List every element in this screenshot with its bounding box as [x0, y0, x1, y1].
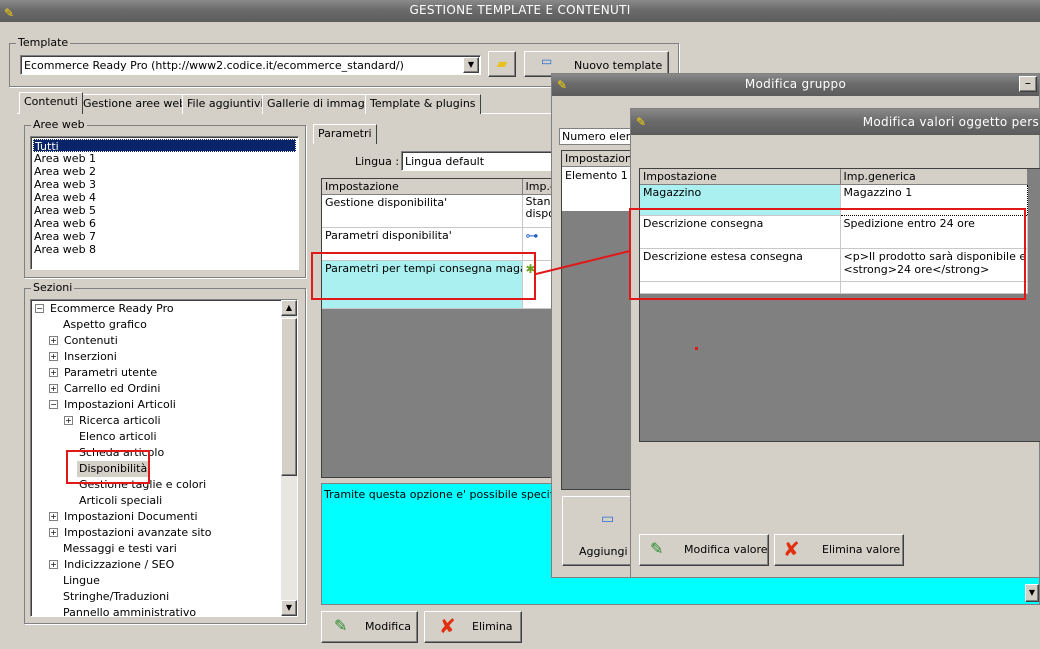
- highlight-descrizione: [629, 208, 1026, 300]
- tab-parametri[interactable]: Parametri: [313, 124, 377, 144]
- tree-item[interactable]: + Impostazioni avanzate sito: [49, 525, 211, 541]
- modifica-label: Modifica: [365, 620, 411, 633]
- list-item[interactable]: Area web 3: [34, 178, 96, 191]
- aree-web-list[interactable]: Tutti Area web 1 Area web 2 Area web 3 A…: [30, 136, 299, 270]
- list-item[interactable]: Area web 1: [34, 152, 96, 165]
- gruppo-grid[interactable]: Impostazione Elemento 1: [561, 150, 631, 490]
- modifica-gruppo-title: Modifica gruppo: [744, 77, 847, 91]
- expand-icon: +: [49, 336, 58, 345]
- list-item[interactable]: Tutti: [33, 139, 296, 153]
- tree-root[interactable]: − Ecommerce Ready Pro: [35, 301, 174, 317]
- expand-icon: +: [49, 528, 58, 537]
- scroll-up-icon[interactable]: ▲: [281, 300, 297, 316]
- delete-icon: ✘: [783, 537, 800, 561]
- list-item[interactable]: Area web 6: [34, 217, 96, 230]
- connector-line: [535, 249, 635, 275]
- tree-item[interactable]: + Ricerca articoli: [64, 413, 161, 429]
- main-title: GESTIONE TEMPLATE E CONTENUTI: [409, 3, 631, 17]
- template-label: Template: [16, 36, 71, 50]
- tab-contenuti[interactable]: Contenuti: [19, 92, 83, 114]
- list-item[interactable]: Area web 4: [34, 191, 96, 204]
- collapse-icon: −: [49, 400, 58, 409]
- tree-item[interactable]: + Parametri utente: [49, 365, 157, 381]
- chevron-down-icon[interactable]: ▼: [1025, 584, 1039, 602]
- expand-icon: +: [49, 560, 58, 569]
- list-item[interactable]: Area web 8: [34, 243, 96, 256]
- folder-button[interactable]: ▰: [488, 51, 516, 77]
- tree-item[interactable]: + Inserzioni: [49, 349, 117, 365]
- tree-item[interactable]: Pannello amministrativo: [63, 605, 196, 616]
- lingua-label: Lingua :: [355, 155, 400, 168]
- app-icon: ✎: [4, 6, 15, 20]
- modifica-valori-titlebar: ✎ Modifica valori oggetto pers: [631, 109, 1040, 135]
- app-icon: ✎: [636, 115, 647, 129]
- sezioni-label: Sezioni: [31, 281, 75, 295]
- modifica-button[interactable]: ✎ Modifica: [321, 611, 418, 643]
- aree-web-label: Aree web: [31, 118, 87, 132]
- tree-item[interactable]: Messaggi e testi vari: [63, 541, 177, 557]
- tree-scrollbar[interactable]: ▲ ▼: [281, 300, 297, 616]
- tree-item[interactable]: + Contenuti: [49, 333, 118, 349]
- highlight-parametri-consegna: [311, 252, 536, 300]
- elimina-valore-button[interactable]: ✘ Elimina valore: [774, 534, 904, 566]
- elimina-valore-label: Elimina valore: [822, 543, 901, 556]
- delete-icon: ✘: [439, 614, 456, 638]
- expand-icon: +: [49, 352, 58, 361]
- tree-item[interactable]: Articoli speciali: [79, 493, 162, 509]
- col-impostazione: Impostazione: [322, 179, 523, 195]
- minimize-button[interactable]: –: [1019, 76, 1037, 92]
- list-item[interactable]: Area web 2: [34, 165, 96, 178]
- tab-gestione-aree-web[interactable]: Gestione aree web: [78, 94, 192, 114]
- parametri-grid[interactable]: Impostazione Imp.g Gestione disponibilita…: [321, 178, 561, 478]
- col-imp-generica: Imp.generica: [840, 169, 1028, 185]
- tree-item[interactable]: Elenco articoli: [79, 429, 157, 445]
- tree-item[interactable]: Stringhe/Traduzioni: [63, 589, 169, 605]
- col-impostazione: Impostazione: [562, 151, 630, 167]
- highlight-disponibilita: [66, 450, 150, 484]
- new-template-label: Nuovo template: [574, 59, 663, 72]
- expand-icon: +: [64, 416, 73, 425]
- tab-file-aggiuntivi[interactable]: File aggiuntivi: [182, 94, 269, 114]
- modifica-gruppo-titlebar: ✎ Modifica gruppo –: [552, 74, 1039, 96]
- scroll-down-icon[interactable]: ▼: [281, 600, 297, 616]
- modifica-valore-button[interactable]: ✎ Modifica valore: [639, 534, 769, 566]
- red-dot: [695, 347, 698, 350]
- add-icon: ▭: [541, 54, 553, 68]
- list-item[interactable]: Area web 7: [34, 230, 96, 243]
- folder-icon: ▰: [496, 56, 508, 72]
- chevron-down-icon[interactable]: ▼: [463, 57, 479, 73]
- tree-item[interactable]: + Carrello ed Ordini: [49, 381, 160, 397]
- lingua-select[interactable]: Lingua default: [401, 151, 561, 171]
- expand-icon: +: [49, 512, 58, 521]
- template-select-value: Ecommerce Ready Pro (http://www2.codice.…: [24, 59, 404, 72]
- edit-icon: ✎: [334, 616, 348, 635]
- tree-item[interactable]: Aspetto grafico: [63, 317, 147, 333]
- tab-template-plugins[interactable]: Template & plugins: [365, 94, 481, 114]
- collapse-icon: −: [35, 304, 44, 313]
- app-icon: ✎: [557, 78, 568, 92]
- tree-item[interactable]: Lingue: [63, 573, 100, 589]
- modifica-valori-window: ✎ Modifica valori oggetto pers Impostazi…: [630, 108, 1040, 578]
- expand-icon: +: [49, 368, 58, 377]
- tree-item[interactable]: + Impostazioni Documenti: [49, 509, 198, 525]
- main-titlebar: ✎ GESTIONE TEMPLATE E CONTENUTI: [0, 0, 1040, 22]
- expand-icon: +: [49, 384, 58, 393]
- scroll-thumb[interactable]: [281, 318, 297, 476]
- template-select[interactable]: Ecommerce Ready Pro (http://www2.codice.…: [20, 55, 481, 75]
- table-row[interactable]: Elemento 1: [562, 167, 630, 211]
- table-cell[interactable]: Gestione disponibilita': [322, 194, 523, 228]
- modifica-valore-label: Modifica valore: [684, 543, 768, 556]
- lingua-value: Lingua default: [405, 155, 485, 168]
- modifica-valori-title: Modifica valori oggetto pers: [862, 115, 1039, 129]
- description-text: Tramite questa opzione e' possibile spec…: [324, 488, 588, 501]
- col-impostazione: Impostazione: [640, 169, 841, 185]
- tree-item[interactable]: + Indicizzazione / SEO: [49, 557, 174, 573]
- elimina-label: Elimina: [472, 620, 513, 633]
- elimina-button[interactable]: ✘ Elimina: [424, 611, 522, 643]
- list-item[interactable]: Area web 5: [34, 204, 96, 217]
- add-icon: ▭: [601, 511, 615, 527]
- tree-item[interactable]: − Impostazioni Articoli: [49, 397, 176, 413]
- edit-icon: ✎: [650, 539, 664, 558]
